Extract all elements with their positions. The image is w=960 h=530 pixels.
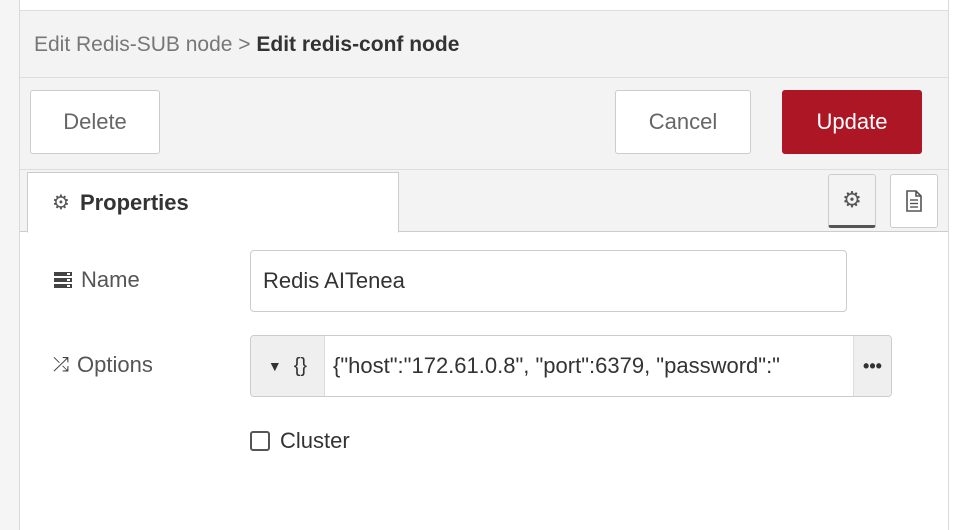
cluster-option[interactable]: Cluster [250, 428, 350, 454]
name-label: Name [53, 267, 140, 293]
options-row: ⤮ Options ▼ {} {"host":"172.61.0.8", "po… [20, 335, 948, 397]
name-label-text: Name [81, 267, 140, 292]
caret-down-icon: ▼ [267, 358, 282, 374]
server-icon [54, 272, 72, 288]
tab-bar: ⚙ Properties ⚙ [20, 170, 948, 233]
tab-properties[interactable]: ⚙ Properties [27, 172, 399, 233]
cluster-row: Cluster [20, 425, 948, 459]
random-icon: ⤮ [53, 353, 69, 376]
right-panel-edge [948, 0, 960, 530]
options-label-text: Options [77, 352, 153, 377]
node-settings-button[interactable]: ⚙ [828, 174, 876, 228]
options-type-select[interactable]: ▼ {} [251, 336, 325, 396]
name-row: Name [20, 250, 948, 312]
options-label: ⤮ Options [53, 352, 153, 378]
cluster-label: Cluster [280, 428, 350, 453]
update-button[interactable]: Update [782, 90, 922, 154]
ellipsis-icon: ••• [863, 355, 882, 376]
cluster-checkbox[interactable] [250, 431, 270, 451]
tray-toolbar: Delete Cancel Update [20, 78, 948, 170]
options-type-label: {} [293, 354, 308, 377]
name-input[interactable] [250, 250, 847, 312]
breadcrumb-parent[interactable]: Edit Redis-SUB node [34, 33, 232, 56]
gear-icon: ⚙ [842, 187, 862, 212]
file-text-icon [906, 190, 922, 212]
gear-icon: ⚙ [52, 192, 70, 214]
cancel-button[interactable]: Cancel [615, 90, 751, 154]
breadcrumb-separator: > [232, 33, 257, 56]
options-typed-input: ▼ {} {"host":"172.61.0.8", "port":6379, … [250, 335, 892, 397]
delete-button[interactable]: Delete [30, 90, 160, 154]
left-panel-edge [0, 0, 20, 530]
breadcrumb: Edit Redis-SUB node > Edit redis-conf no… [34, 33, 459, 57]
options-value[interactable]: {"host":"172.61.0.8", "port":6379, "pass… [333, 336, 853, 396]
expand-editor-button[interactable]: ••• [853, 336, 891, 396]
edit-tray: Edit Redis-SUB node > Edit redis-conf no… [20, 0, 948, 530]
breadcrumb-current: Edit redis-conf node [256, 33, 460, 56]
node-description-button[interactable] [890, 174, 938, 228]
tab-properties-label: Properties [79, 189, 189, 215]
tray-header: Edit Redis-SUB node > Edit redis-conf no… [20, 10, 948, 78]
